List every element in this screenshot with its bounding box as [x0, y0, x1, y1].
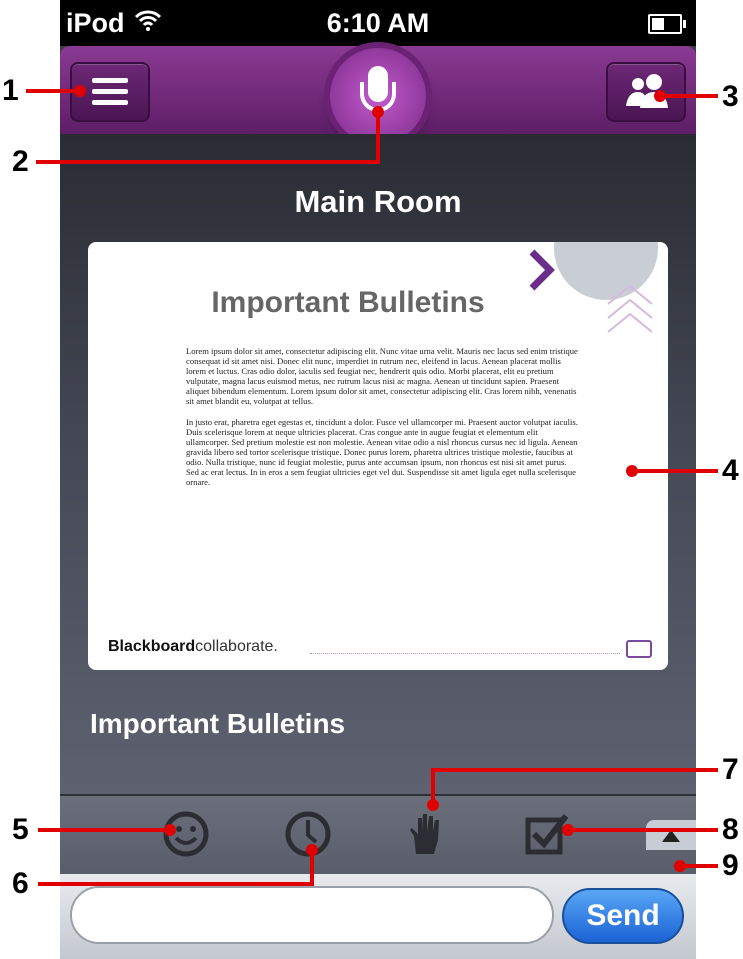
room-title: Main Room: [294, 184, 462, 219]
callout-label: 8: [722, 813, 739, 846]
clock-icon[interactable]: [284, 810, 332, 858]
raise-hand-icon[interactable]: [402, 810, 450, 858]
slide-title: Important Bulletins: [211, 286, 485, 319]
callout-label: 7: [722, 753, 739, 786]
footer-divider: [310, 653, 620, 654]
menu-button[interactable]: [70, 62, 150, 122]
microphone-button[interactable]: [330, 48, 426, 144]
poll-checkbox-icon[interactable]: [522, 810, 570, 858]
chat-input-bar: Send: [60, 874, 696, 959]
battery-icon: [648, 14, 686, 34]
callout-label: 2: [12, 145, 29, 178]
blackboard-logo: Blackboardcollaborate.: [108, 638, 278, 656]
brand-product: collaborate.: [195, 638, 278, 655]
brand-name: Blackboard: [108, 638, 196, 655]
whiteboard-slide[interactable]: Important Bulletins Lorem ipsum dolor si…: [88, 242, 668, 670]
chat-message-input[interactable]: [70, 886, 554, 944]
callout-label: 6: [12, 867, 29, 900]
slide-body: Lorem ipsum dolor sit amet, consectetur …: [186, 346, 581, 498]
slide-footer-icon: [626, 640, 652, 658]
slide-paragraph: In justo erat, pharetra eget egestas et,…: [186, 417, 578, 487]
callout-label: 1: [2, 74, 19, 107]
phone-screen: iPod 6:10 AM Main Room Important Bulleti…: [60, 0, 696, 959]
emoticon-icon[interactable]: [162, 810, 210, 858]
triangle-up-icon: [662, 830, 680, 842]
status-bar: iPod 6:10 AM: [60, 0, 696, 46]
callout-label: 3: [722, 80, 739, 113]
slide-up-arrows-icon: [607, 284, 653, 333]
callout-label: 5: [12, 813, 29, 846]
document-name: Important Bulletins: [90, 708, 346, 739]
action-toolbar: [60, 794, 696, 876]
expand-chat-tab[interactable]: [646, 820, 696, 850]
slide-paragraph: Lorem ipsum dolor sit amet, consectetur …: [186, 346, 578, 406]
callout-label: 9: [722, 849, 739, 882]
participants-button[interactable]: [606, 62, 686, 122]
send-button[interactable]: Send: [562, 888, 684, 944]
callout-label: 4: [722, 454, 739, 487]
participants-icon: [626, 74, 668, 108]
room-content: Main Room Important Bulletins Lorem ipsu…: [60, 134, 696, 794]
status-time: 6:10 AM: [326, 8, 430, 38]
